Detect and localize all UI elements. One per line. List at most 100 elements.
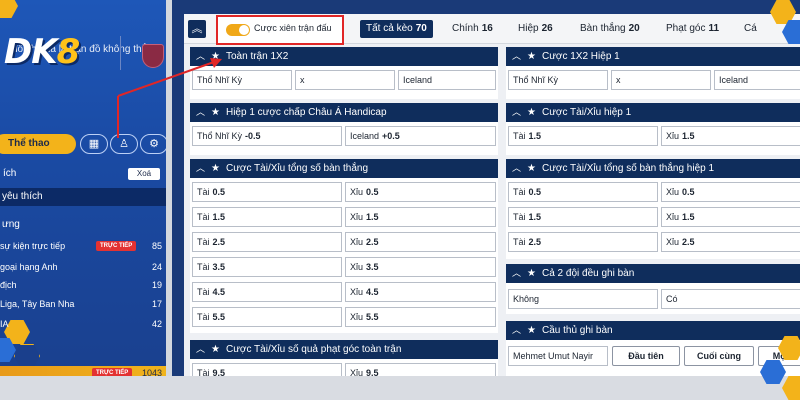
odds-label: Xỉu [666,131,680,141]
logo-area: đối thủ đã là trận đồ không thắng DK8 [0,14,172,72]
divider [120,36,121,70]
odds-cell[interactable]: Thổ Nhĩ Kỳ -0.5 [192,126,342,146]
odds-cell[interactable]: Thổ Nhĩ Kỳ [192,70,292,90]
odds-cell[interactable]: Tài 4.5 [192,282,342,302]
odds-value: -0.5 [245,131,261,141]
odds-cell[interactable]: Xỉu 3.5 [345,257,496,277]
star-icon[interactable]: ★ [527,268,536,279]
odds-cell[interactable]: Xỉu 0.5 [345,182,496,202]
odds-cell[interactable]: Tài 1.5 [508,207,658,227]
market-panel: ︿ ★ Cược 1X2 Hiệp 1 Thổ Nhĩ Kỳ x Iceland [506,47,800,99]
odds-cell[interactable]: Có [661,289,800,309]
panel-header[interactable]: ︿ ★ Cược Tài/Xỉu tổng số bàn thắng hiệp 1 [506,159,800,178]
panel-header[interactable]: ︿ ★ Cược Tài/Xỉu tổng số bàn thắng [190,159,498,178]
odds-cell[interactable]: Tài 0.5 [508,182,658,202]
star-icon[interactable]: ★ [527,51,536,62]
calendar-icon[interactable]: ▦ [80,134,108,154]
sidebar-scrollbar[interactable] [166,0,172,400]
league-row[interactable]: Liga, Tây Ban Nha 17 [0,294,166,314]
logo-suffix: 8 [56,32,81,72]
odds-cell[interactable]: x [295,70,395,90]
panel-header[interactable]: ︿ ★ Cả 2 đội đều ghi bàn [506,264,800,283]
odds-label: Xỉu [350,262,364,272]
odds-value: 0.5 [366,187,379,197]
odds-cell[interactable]: Xỉu 1.5 [345,207,496,227]
panel-header[interactable]: ︿ ★ Toàn trận 1X2 [190,47,498,66]
market-tabs-bar: ︽ Cược xiên trận đấu Tất cả kèo 70 Chính 1… [184,14,800,45]
tab-more[interactable]: Cá [744,20,757,38]
market-panel: ︿ ★ Cả 2 đội đều ghi bàn Không Có [506,264,800,314]
live-badge: TRỰC TIẾP [96,241,137,251]
odds-cell[interactable]: Xỉu 0.5 [661,182,800,202]
league-name: IA [0,319,9,329]
odds-cell[interactable]: Xỉu 2.5 [661,232,800,252]
league-count: 42 [151,319,162,329]
settings-icon[interactable]: ⚙ [140,134,168,154]
odds-label: Xỉu [350,312,364,322]
markets-area: ︽ Cược xiên trận đấu Tất cả kèo 70 Chính 1… [184,14,800,380]
odds-cell[interactable]: Tài 1.5 [192,207,342,227]
sport-button[interactable]: Thể thao [0,134,76,154]
tab-all[interactable]: Tất cả kèo 70 [360,20,433,38]
star-icon[interactable]: ★ [211,107,220,118]
odds-cell[interactable]: Xỉu 5.5 [345,307,496,327]
user-icon[interactable]: ♙ [110,134,138,154]
star-icon[interactable]: ★ [527,325,536,336]
odds-cell[interactable]: Tài 2.5 [192,232,342,252]
league-row[interactable]: IA 42 [0,314,166,334]
tab-half[interactable]: Hiệp 26 [518,20,553,38]
panel-title: Toàn trận 1X2 [225,51,289,62]
odds-cell[interactable]: Iceland [398,70,496,90]
horizontal-scrollbar[interactable] [0,376,800,400]
league-row[interactable]: sự kiện trực tiếp TRỰC TIẾP 85 [0,236,166,256]
odds-cell[interactable]: Xỉu 2.5 [345,232,496,252]
odds-cell[interactable]: Tài 1.5 [508,126,658,146]
panel-header[interactable]: ︿ ★ Cược Tài/Xỉu hiệp 1 [506,103,800,122]
collapse-icon[interactable]: ︽ [188,20,206,38]
panel-title: Cả 2 đội đều ghi bàn [541,268,635,279]
odds-label: Xỉu [350,237,364,247]
odds-cell[interactable]: Tài 0.5 [192,182,342,202]
odds-label: Tài [197,262,210,272]
favorites-item[interactable]: yêu thích [0,188,166,206]
panel-header[interactable]: ︿ ★ Cầu thủ ghi bàn [506,321,800,340]
tab-corners[interactable]: Phạt góc 11 [666,20,719,38]
parlay-toggle[interactable] [226,24,250,36]
odds-cell[interactable]: Tài 2.5 [508,232,658,252]
odds-cell[interactable]: Không [508,289,658,309]
first-scorer-button[interactable]: Đầu tiên [612,346,680,366]
tab-goals[interactable]: Bàn thắng 20 [580,20,640,38]
tab-count: 26 [541,23,553,34]
odds-value: 4.5 [212,287,226,297]
odds-cell[interactable]: Xỉu 4.5 [345,282,496,302]
last-scorer-button[interactable]: Cuối cùng [684,346,754,366]
player-name: Mehmet Umut Nayir [508,346,608,366]
panel-header[interactable]: ︿ ★ Cược Tài/Xỉu số quả phạt góc toàn trận [190,340,498,359]
logo[interactable]: DK8 [4,32,81,72]
odds-value: 1.5 [682,212,695,222]
league-row[interactable]: địch 19 [0,275,166,295]
star-icon[interactable]: ★ [527,107,536,118]
odds-cell[interactable]: Tài 5.5 [192,307,342,327]
star-icon[interactable]: ★ [211,51,220,62]
odds-label: Xỉu [350,212,364,222]
odds-cell[interactable]: Thổ Nhĩ Kỳ [508,70,608,90]
odds-cell[interactable]: x [611,70,711,90]
clear-button[interactable]: Xoá [128,168,160,180]
tab-main[interactable]: Chính 16 [452,20,493,38]
market-panel: ︿ ★ Cược Tài/Xỉu hiệp 1 Tài 1.5 Xỉu 1.5 [506,103,800,155]
star-icon[interactable]: ★ [211,344,220,355]
odds-cell[interactable]: Xỉu 1.5 [661,207,800,227]
odds-cell[interactable]: Xỉu 1.5 [661,126,800,146]
odds-value: 1.5 [366,212,379,222]
panel-header[interactable]: ︿ ★ Hiệp 1 cược chấp Châu Á Handicap [190,103,498,122]
parlay-toggle-box[interactable]: Cược xiên trận đấu [216,15,344,45]
panel-header[interactable]: ︿ ★ Cược 1X2 Hiệp 1 [506,47,800,66]
shield-icon [142,44,164,68]
odds-cell[interactable]: Iceland +0.5 [345,126,496,146]
star-icon[interactable]: ★ [211,163,220,174]
star-icon[interactable]: ★ [527,163,536,174]
league-row[interactable]: goại hạng Anh 24 [0,257,166,277]
odds-cell[interactable]: Tài 3.5 [192,257,342,277]
odds-cell[interactable]: Iceland [714,70,800,90]
